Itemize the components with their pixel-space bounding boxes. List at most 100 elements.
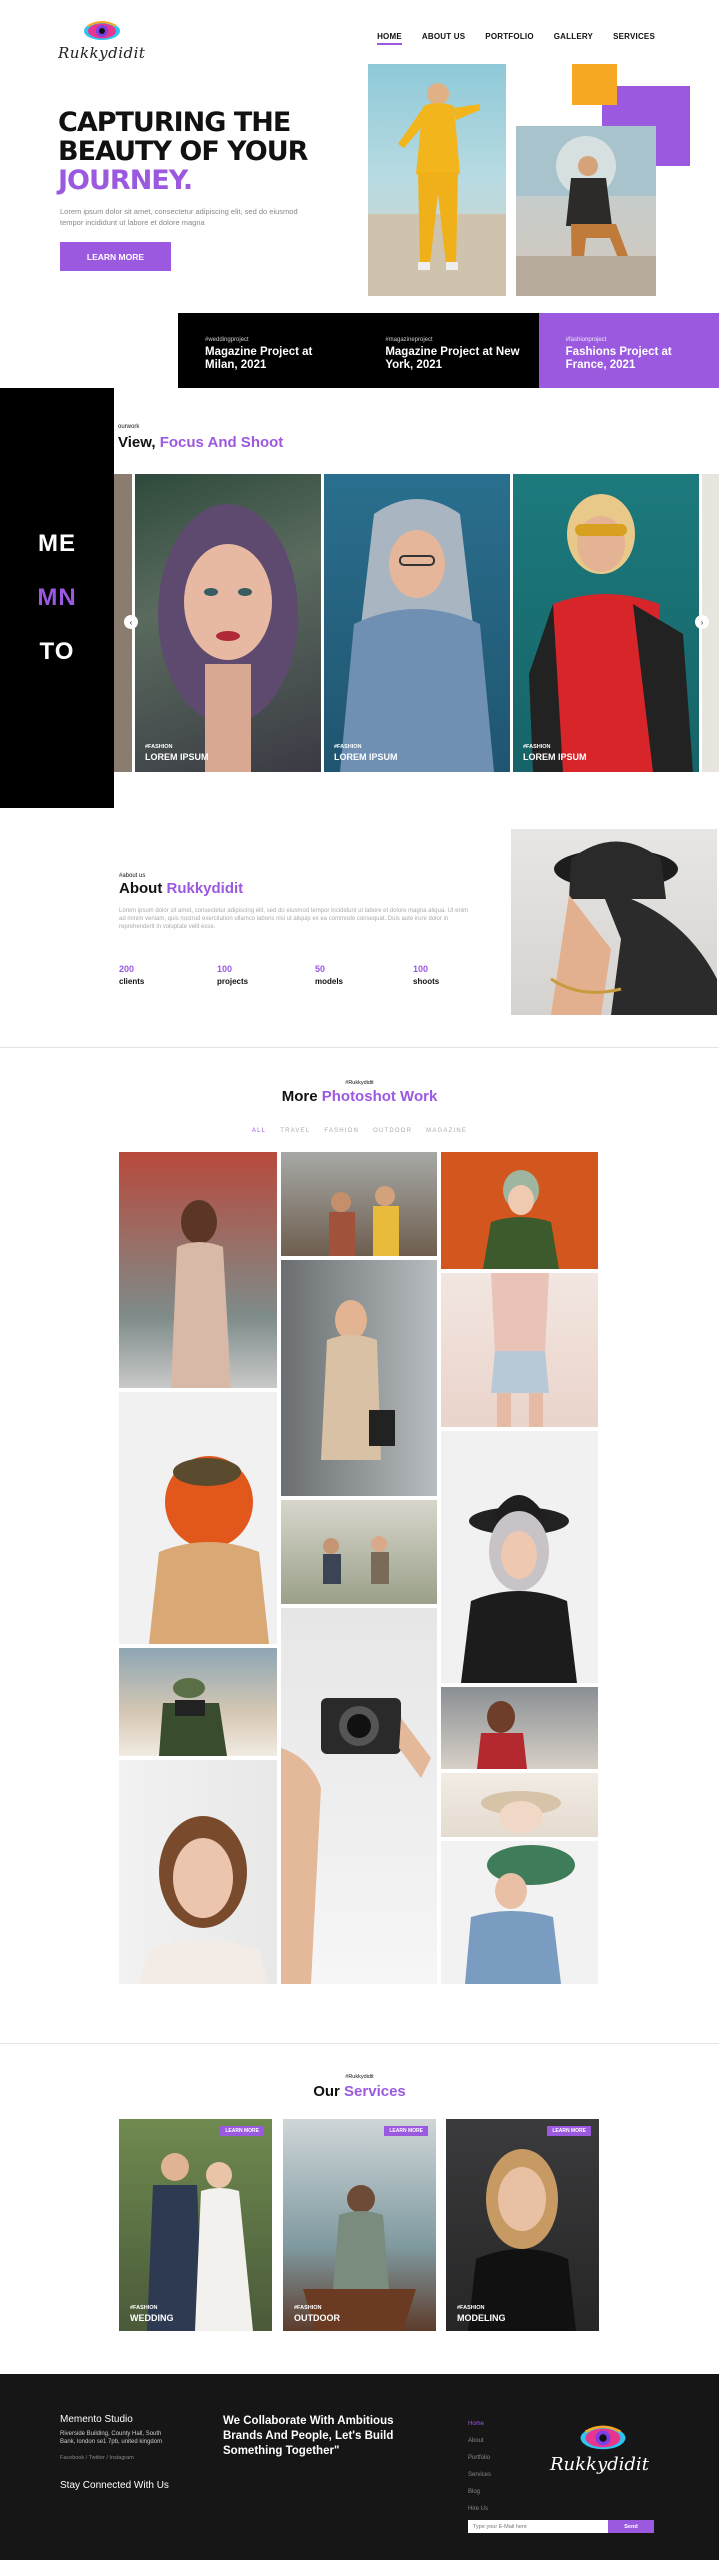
footer-collaborate-text: We Collaborate With Ambitious Brands And…: [223, 2415, 394, 2457]
hero-title-line-3: JOURNEY.: [58, 165, 193, 196]
footer-logo[interactable]: Rukkydidit: [550, 2424, 660, 2484]
work-photo-woman-portrait[interactable]: [119, 1760, 277, 1984]
filter-fashion[interactable]: FASHION: [324, 1128, 359, 1134]
service-card-modeling[interactable]: LEARN MORE #FASHION MODELING: [446, 2119, 599, 2331]
stat-label: shoots: [413, 977, 440, 986]
nav-services[interactable]: SERVICES: [613, 32, 655, 45]
about-tag: #about us: [119, 873, 146, 879]
service-tag: #FASHION: [457, 2305, 485, 2311]
project-card-milan[interactable]: #weddingproject Magazine Project at Mila…: [178, 313, 358, 388]
work-photo-black-hat[interactable]: [441, 1431, 598, 1683]
work-photo-hand-camera[interactable]: [281, 1608, 437, 1984]
work-photo-denim-shorts[interactable]: [441, 1273, 598, 1427]
projects-bar: #weddingproject Magazine Project at Mila…: [178, 313, 719, 388]
work-photo-beige-hat[interactable]: [441, 1773, 598, 1837]
work-photo-couple-camera[interactable]: [281, 1152, 437, 1256]
about-title-a: About: [119, 880, 167, 897]
filter-all[interactable]: ALL: [252, 1128, 266, 1134]
view-section-tag: ourwork: [118, 424, 140, 430]
footer-link-blog[interactable]: Blog: [468, 2484, 491, 2501]
footer-links: Home About Portfolio Services Blog Hire …: [468, 2416, 491, 2518]
section-divider: [0, 1047, 719, 1048]
card-label: LOREM IPSUM: [334, 752, 398, 762]
filter-magazine[interactable]: MAGAZINE: [426, 1128, 467, 1134]
service-card-wedding[interactable]: LEARN MORE #FASHION WEDDING: [119, 2119, 272, 2331]
work-photo-camera-man[interactable]: [119, 1648, 277, 1756]
about-photo-hat-woman: [511, 829, 717, 1015]
view-title-b: Focus And Shoot: [159, 434, 284, 451]
service-label: WEDDING: [130, 2313, 174, 2323]
services-title: Our Services: [0, 2083, 719, 2100]
footer-link-portfolio[interactable]: Portfolio: [468, 2450, 491, 2467]
side-word-1: ME: [38, 530, 76, 557]
work-filters: ALL TRAVEL FASHION OUTDOOR MAGAZINE: [0, 1128, 719, 1134]
learn-more-badge[interactable]: LEARN MORE: [384, 2126, 428, 2136]
work-photo-shopping-woman[interactable]: [281, 1260, 437, 1496]
nav-gallery[interactable]: GALLERY: [554, 32, 593, 45]
work-photo-cafe-group[interactable]: [281, 1500, 437, 1604]
hero-subtitle: Lorem ipsum dolor sit amet, consectetur …: [60, 207, 298, 227]
service-tag: #FASHION: [130, 2305, 158, 2311]
learn-more-button[interactable]: LEARN MORE: [60, 242, 171, 271]
work-photo-leaf-woman[interactable]: [441, 1841, 598, 1984]
project-title: Magazine Project at New York, 2021: [385, 346, 520, 371]
main-nav: HOME ABOUT US PORTFOLIO GALLERY SERVICES: [377, 32, 655, 45]
footer-link-home[interactable]: Home: [468, 2416, 491, 2433]
more-work-tag: #Rukkydidit: [345, 1080, 374, 1086]
carousel-card[interactable]: #FASHION LOREM IPSUM: [135, 474, 321, 772]
learn-more-badge[interactable]: LEARN MORE: [220, 2126, 264, 2136]
section-divider: [0, 2043, 719, 2044]
stat-clients: 200 clients: [119, 964, 217, 986]
footer-link-services[interactable]: Services: [468, 2467, 491, 2484]
carousel-card[interactable]: #FASHION LOREM IPSUM: [513, 474, 699, 772]
card-label: LOREM IPSUM: [523, 752, 587, 762]
work-photo-red-hair[interactable]: [119, 1392, 277, 1644]
footer-stay-connected: Stay Connected With Us: [60, 2480, 169, 2491]
stat-shoots: 100 shoots: [413, 964, 511, 986]
service-card-outdoor[interactable]: LEARN MORE #FASHION OUTDOOR: [283, 2119, 436, 2331]
footer-brand: Memento Studio: [60, 2414, 133, 2425]
project-tag: #weddingproject: [205, 337, 249, 343]
hero-photo-sitting-man: [516, 126, 656, 296]
nav-about-us[interactable]: ABOUT US: [422, 32, 465, 45]
view-section-title: View, Focus And Shoot: [118, 434, 283, 451]
portfolio-carousel: #FASHION LOREM IPSUM #FASHION LOREM IPSU…: [114, 474, 719, 772]
work-photo-window-woman[interactable]: [441, 1687, 598, 1769]
side-word-2: MN: [37, 584, 77, 611]
service-tag: #FASHION: [294, 2305, 322, 2311]
newsletter-email-input[interactable]: [468, 2520, 608, 2533]
card-tag: #FASHION: [334, 744, 362, 750]
project-card-france[interactable]: #fashionproject Fashions Project at Fran…: [538, 313, 719, 388]
nav-home[interactable]: HOME: [377, 32, 402, 45]
footer-link-hire-us[interactable]: Hire Us: [468, 2501, 491, 2518]
about-stats: 200 clients 100 projects 50 models 100 shoot…: [119, 964, 511, 986]
learn-more-badge[interactable]: LEARN MORE: [547, 2126, 591, 2136]
stat-value: 100: [413, 964, 429, 974]
newsletter-send-button[interactable]: Send: [608, 2520, 654, 2533]
filter-travel[interactable]: TRAVEL: [280, 1128, 310, 1134]
carousel-prev-icon[interactable]: ‹: [124, 615, 138, 629]
brand-logo[interactable]: Rukkydidit: [58, 18, 152, 70]
project-title: Fashions Project at France, 2021: [565, 346, 672, 371]
project-tag: #magazineproject: [385, 337, 433, 343]
decor-orange-square: [572, 64, 617, 105]
carousel-card[interactable]: #FASHION LOREM IPSUM: [324, 474, 510, 772]
project-tag: #fashionproject: [565, 337, 607, 343]
about-text: Lorem ipsum dolor sit amet, consectetur …: [119, 908, 469, 930]
service-label: OUTDOOR: [294, 2313, 340, 2323]
work-photo-woman-orange-bg[interactable]: [441, 1152, 598, 1269]
hero-photo-yellow-outfit: [368, 64, 506, 296]
filter-outdoor[interactable]: OUTDOOR: [373, 1128, 412, 1134]
footer-link-about[interactable]: About: [468, 2433, 491, 2450]
footer-social-links[interactable]: Facebook / Twitter / Instagram: [60, 2455, 134, 2461]
carousel-next-icon[interactable]: ›: [695, 615, 709, 629]
side-memento-block: ME MN TO: [0, 388, 114, 808]
stat-label: projects: [217, 977, 249, 986]
hero-title-line-2: BEAUTY OF YOUR: [58, 136, 308, 167]
work-photo-street-woman[interactable]: [119, 1152, 277, 1388]
service-label: MODELING: [457, 2313, 506, 2323]
nav-portfolio[interactable]: PORTFOLIO: [485, 32, 533, 45]
stat-label: models: [315, 977, 344, 986]
project-card-new-york[interactable]: #magazineproject Magazine Project at New…: [358, 313, 538, 388]
more-title-a: More: [281, 1088, 322, 1105]
